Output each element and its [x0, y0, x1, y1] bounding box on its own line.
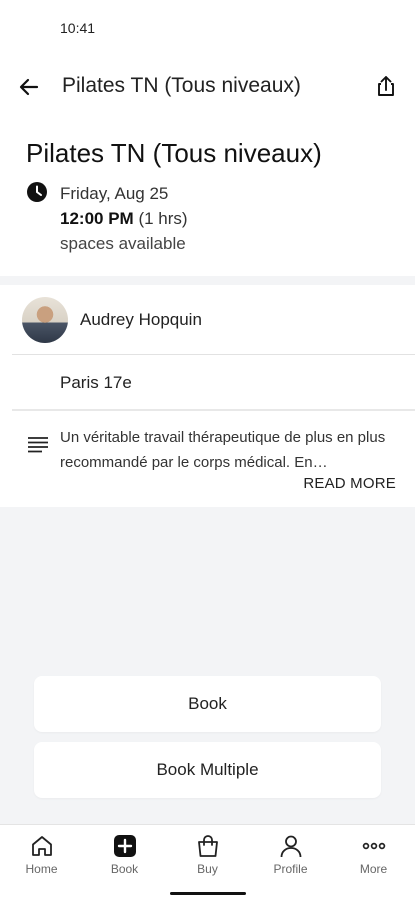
nav-home[interactable]: Home [0, 833, 83, 889]
nav-book-label: Book [110, 862, 139, 876]
class-header: Pilates TN (Tous niveaux) Friday, Aug 25… [0, 116, 415, 276]
nav-more-label: More [359, 862, 388, 876]
home-icon [31, 836, 52, 856]
more-dots-icon [362, 842, 385, 850]
read-more-link[interactable]: READ MORE [303, 475, 396, 492]
class-duration: (1 hrs) [138, 209, 188, 228]
user-icon [280, 835, 301, 858]
description-text: Un véritable travail thérapeutique de pl… [60, 429, 386, 471]
clock-icon [27, 182, 47, 202]
status-bar: 10:41 [0, 0, 415, 56]
nav-buy[interactable]: Buy [166, 833, 249, 889]
nav-home-label: Home [25, 862, 58, 876]
class-time: 12:00 PM [60, 209, 134, 228]
shopping-bag-icon [197, 835, 218, 857]
class-time-row: 12:00 PM (1 hrs) [60, 209, 188, 229]
status-time: 10:41 [60, 20, 96, 36]
app-bar: Pilates TN (Tous niveaux) [0, 56, 415, 116]
screen: 10:41 Pilates TN (Tous niveaux) Pilates … [0, 0, 415, 900]
book-button[interactable]: Book [34, 676, 381, 732]
nav-buy-label: Buy [197, 862, 218, 876]
class-title: Pilates TN (Tous niveaux) [26, 138, 322, 168]
nav-profile[interactable]: Profile [249, 833, 332, 889]
class-details: Audrey Hopquin Paris 17e Un véritable tr… [0, 285, 415, 507]
back-button[interactable] [14, 72, 44, 102]
avatar [22, 297, 68, 343]
spaces-available: spaces available [60, 234, 186, 253]
nav-profile-label: Profile [273, 862, 308, 876]
location-name: Paris 17e [60, 373, 132, 392]
share-icon [378, 76, 394, 96]
class-date: Friday, Aug 25 [60, 184, 169, 203]
book-multiple-button[interactable]: Book Multiple [34, 742, 381, 798]
location-row: Paris 17e [12, 355, 415, 411]
nav-book[interactable]: Book [83, 833, 166, 889]
plus-square-icon [113, 835, 136, 857]
description-icon [28, 437, 48, 453]
instructor-row[interactable]: Audrey Hopquin [12, 285, 415, 355]
instructor-name: Audrey Hopquin [80, 310, 202, 329]
home-indicator [170, 892, 246, 895]
bottom-nav: Home Book Buy Profile More [0, 824, 415, 900]
share-button[interactable] [371, 72, 401, 102]
nav-more[interactable]: More [332, 833, 415, 889]
app-title: Pilates TN (Tous niveaux) [62, 74, 301, 97]
arrow-left-icon [19, 78, 39, 96]
